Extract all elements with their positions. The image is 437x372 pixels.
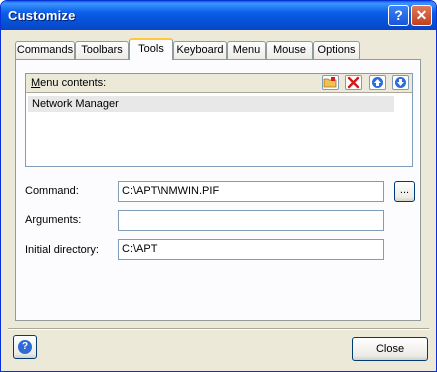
title-help-button[interactable]: ? bbox=[388, 5, 409, 26]
footer-separator bbox=[8, 328, 429, 330]
title-close-button[interactable]: ✕ bbox=[411, 5, 432, 26]
command-field[interactable]: C:\APT\NMWIN.PIF bbox=[118, 181, 384, 202]
move-down-icon[interactable] bbox=[392, 75, 409, 90]
tab-menu[interactable]: Menu bbox=[227, 41, 266, 59]
customize-dialog: Customize ? ✕ Commands Toolbars Tools Ke… bbox=[0, 0, 437, 372]
tab-keyboard[interactable]: Keyboard bbox=[173, 41, 227, 59]
command-label: Command: bbox=[25, 185, 79, 197]
tab-options[interactable]: Options bbox=[313, 41, 360, 59]
initial-directory-label: Initial directory: bbox=[25, 244, 99, 256]
tab-mouse[interactable]: Mouse bbox=[266, 41, 313, 59]
delete-icon[interactable] bbox=[345, 75, 362, 90]
menu-contents-header: Menu contents: bbox=[26, 74, 412, 93]
tab-commands[interactable]: Commands bbox=[15, 41, 75, 59]
arguments-field[interactable] bbox=[118, 210, 384, 231]
browse-button[interactable]: ... bbox=[394, 181, 415, 202]
help-button[interactable]: ? bbox=[13, 335, 37, 359]
close-button[interactable]: Close bbox=[352, 337, 428, 361]
window-title: Customize bbox=[8, 8, 76, 23]
menu-contents-label: Menu contents: bbox=[31, 77, 107, 89]
arguments-label: Arguments: bbox=[25, 214, 82, 226]
new-folder-icon[interactable] bbox=[322, 75, 339, 90]
help-icon: ? bbox=[18, 340, 32, 354]
menu-contents-list[interactable]: Menu contents: Network Manager bbox=[25, 73, 413, 167]
tab-toolbars[interactable]: Toolbars bbox=[75, 41, 129, 59]
list-item[interactable]: Network Manager bbox=[28, 96, 394, 112]
tab-tools[interactable]: Tools bbox=[129, 38, 173, 60]
title-bar[interactable]: Customize ? ✕ bbox=[1, 1, 436, 30]
move-up-icon[interactable] bbox=[369, 75, 386, 90]
initial-directory-field[interactable]: C:\APT bbox=[118, 239, 384, 260]
